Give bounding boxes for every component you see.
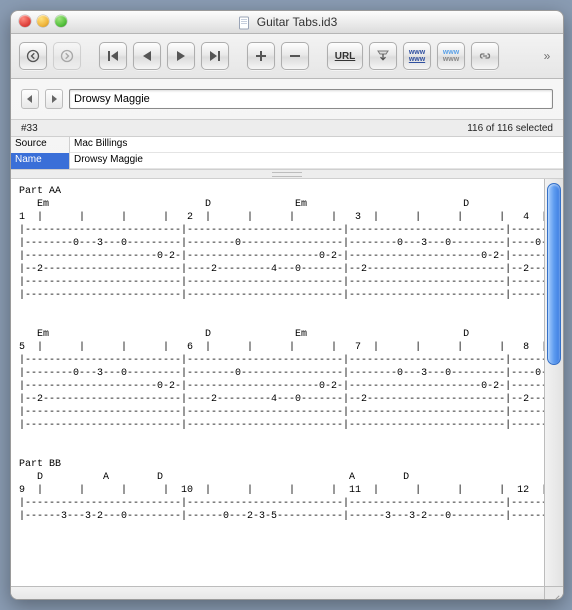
app-window: Guitar Tabs.id3 URL	[10, 10, 564, 600]
remove-button[interactable]	[281, 42, 309, 70]
nav-next-button[interactable]	[45, 89, 63, 109]
field-label-source[interactable]: Source	[11, 137, 70, 153]
close-window-button[interactable]	[19, 15, 31, 27]
record-index: #33	[21, 123, 38, 134]
toolbar: URL www www www www »	[11, 34, 563, 79]
titlebar: Guitar Tabs.id3	[11, 11, 563, 34]
window-title: Guitar Tabs.id3	[257, 11, 338, 33]
last-record-button[interactable]	[201, 42, 229, 70]
field-value-source[interactable]: Mac Billings	[70, 137, 563, 153]
vertical-scroll-thumb[interactable]	[547, 183, 561, 365]
status-bar: #33 116 of 116 selected	[11, 120, 563, 137]
horizontal-scrollbar[interactable]	[11, 586, 545, 600]
fields-resize-grip[interactable]	[11, 170, 563, 179]
field-value-name[interactable]: Drowsy Maggie	[70, 153, 563, 169]
zoom-window-button[interactable]	[55, 15, 67, 27]
resize-corner[interactable]	[544, 586, 563, 600]
window-controls	[19, 15, 67, 27]
field-row-source: Source Mac Billings	[11, 137, 563, 153]
first-record-button[interactable]	[99, 42, 127, 70]
minimize-window-button[interactable]	[37, 15, 49, 27]
record-nav-row: Drowsy Maggie	[11, 79, 563, 120]
download-button[interactable]	[369, 42, 397, 70]
selection-status: 116 of 116 selected	[467, 123, 553, 134]
url-label: URL	[335, 51, 356, 62]
fields-panel: Source Mac Billings Name Drowsy Maggie	[11, 137, 563, 170]
add-button[interactable]	[247, 42, 275, 70]
tab-text-view[interactable]: Part AA Em D Em D 1 | | | | 2 | | | | 3 …	[11, 179, 545, 587]
content-area: Part AA Em D Em D 1 | | | | 2 | | | | 3 …	[11, 179, 563, 600]
www-bold-button[interactable]: www www	[403, 42, 431, 70]
url-button[interactable]: URL	[327, 42, 363, 70]
next-record-button[interactable]	[167, 42, 195, 70]
record-title-field[interactable]: Drowsy Maggie	[69, 89, 553, 109]
nav-prev-button[interactable]	[21, 89, 39, 109]
forward-button[interactable]	[53, 42, 81, 70]
www-dim-button[interactable]: www www	[437, 42, 465, 70]
link-button[interactable]	[471, 42, 499, 70]
back-button[interactable]	[19, 42, 47, 70]
toolbar-overflow-button[interactable]: »	[539, 49, 555, 63]
field-label-name[interactable]: Name	[11, 153, 70, 169]
field-row-name: Name Drowsy Maggie	[11, 153, 563, 169]
document-proxy-icon[interactable]	[237, 15, 251, 29]
vertical-scrollbar[interactable]	[544, 179, 563, 587]
prev-record-button[interactable]	[133, 42, 161, 70]
